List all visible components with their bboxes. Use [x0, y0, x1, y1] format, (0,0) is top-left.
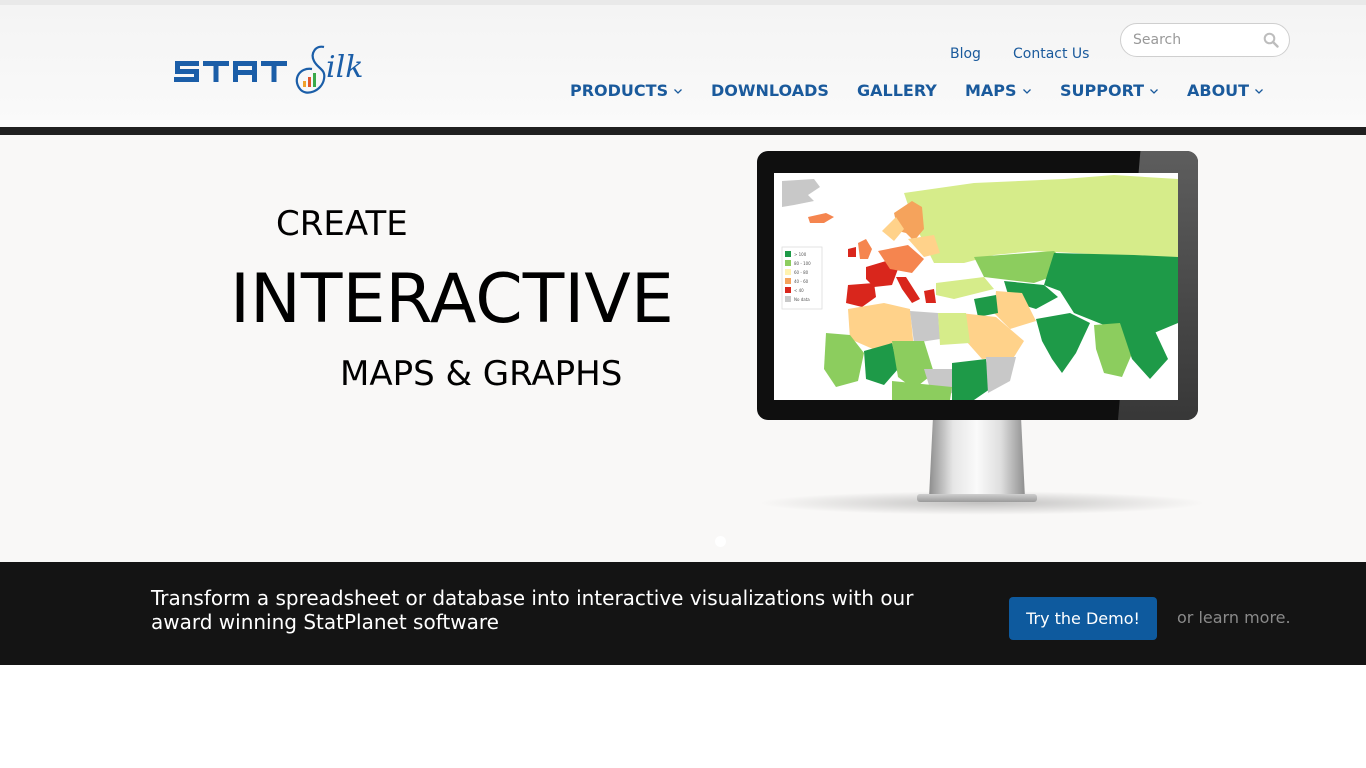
search-box — [1120, 23, 1290, 57]
search-input[interactable] — [1133, 30, 1257, 50]
nav-about-label: ABOUT — [1187, 81, 1250, 100]
nav-downloads-label: DOWNLOADS — [711, 81, 829, 100]
cta-text: Transform a spreadsheet or database into… — [151, 586, 914, 634]
nav-support[interactable]: SUPPORT — [1060, 81, 1159, 100]
contact-us-link[interactable]: Contact Us — [1013, 46, 1089, 62]
hero-line-maps-graphs: MAPS & GRAPHS — [340, 354, 623, 394]
nav-downloads[interactable]: DOWNLOADS — [711, 81, 829, 100]
legend-label: No data — [794, 297, 810, 302]
try-demo-button[interactable]: Try the Demo! — [1009, 597, 1157, 640]
slider-dot-active[interactable] — [715, 536, 726, 547]
hero-line-create: CREATE — [276, 204, 408, 244]
nav-support-label: SUPPORT — [1060, 81, 1145, 100]
monitor-stand-base — [917, 494, 1037, 502]
nav-maps[interactable]: MAPS — [965, 81, 1032, 100]
chevron-down-icon — [1022, 88, 1031, 94]
nav-products[interactable]: PRODUCTS — [570, 81, 683, 100]
hero-slider: CREATE INTERACTIVE MAPS & GRAPHS > 100 8… — [0, 135, 1366, 562]
chevron-down-icon — [1150, 88, 1159, 94]
monitor-bezel: > 100 80 - 100 60 - 80 40 - 60 < 40 No d… — [757, 151, 1198, 420]
hero-line-interactive: INTERACTIVE — [230, 260, 674, 339]
monitor-image: > 100 80 - 100 60 - 80 40 - 60 < 40 No d… — [757, 151, 1207, 515]
svg-text:ilk: ilk — [326, 50, 363, 85]
nav-products-label: PRODUCTS — [570, 81, 669, 100]
legend-label: 40 - 60 — [794, 279, 809, 284]
map-legend: > 100 80 - 100 60 - 80 40 - 60 < 40 No d… — [781, 246, 823, 310]
learn-more-link[interactable]: or learn more. — [1177, 608, 1291, 627]
nav-gallery[interactable]: GALLERY — [857, 81, 937, 100]
choropleth-map: > 100 80 - 100 60 - 80 40 - 60 < 40 No d… — [774, 173, 1178, 400]
legend-label: 60 - 80 — [794, 270, 809, 275]
search-icon[interactable] — [1263, 32, 1279, 48]
legend-label: < 40 — [794, 288, 804, 293]
chevron-down-icon — [1255, 88, 1264, 94]
chevron-down-icon — [674, 88, 683, 94]
main-nav: PRODUCTS DOWNLOADS GALLERY MAPS SUPPORT … — [0, 81, 1366, 111]
nav-about[interactable]: ABOUT — [1187, 81, 1264, 100]
header-divider-band — [0, 127, 1366, 135]
legend-label: > 100 — [794, 252, 807, 257]
site-header: ilk Blog Contact Us PRODUCTS DOWNLOADS G… — [0, 5, 1366, 127]
legend-label: 80 - 100 — [794, 261, 811, 266]
monitor-screen: > 100 80 - 100 60 - 80 40 - 60 < 40 No d… — [774, 173, 1178, 400]
cta-band: Transform a spreadsheet or database into… — [0, 562, 1366, 665]
nav-maps-label: MAPS — [965, 81, 1017, 100]
monitor-stand — [929, 420, 1025, 498]
blog-link[interactable]: Blog — [950, 46, 981, 62]
logo-stat-letters — [174, 61, 287, 82]
nav-gallery-label: GALLERY — [857, 81, 937, 100]
